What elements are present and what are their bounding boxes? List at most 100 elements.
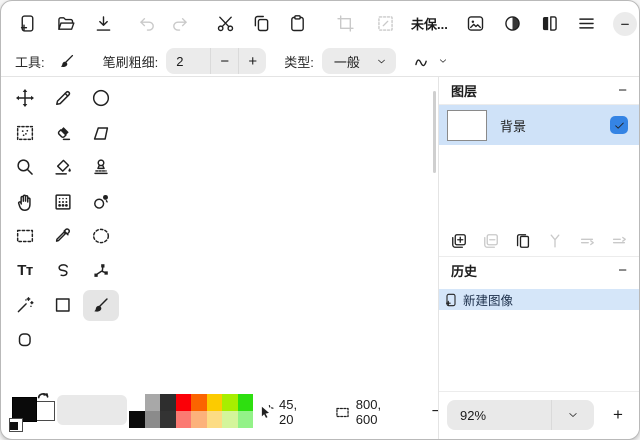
tool-move[interactable] — [7, 83, 43, 114]
stroke-style-dropdown[interactable] — [412, 51, 448, 72]
layer-visibility-checkbox[interactable] — [610, 116, 628, 134]
save-button[interactable] — [91, 12, 115, 36]
brush-size-increase-button[interactable]: + — [238, 48, 266, 74]
palette-swatch[interactable] — [207, 411, 223, 428]
lower-layer-button[interactable] — [609, 231, 629, 251]
scale-button[interactable] — [373, 12, 397, 36]
history-item[interactable]: 新建图像 — [439, 289, 639, 310]
tool-curve[interactable] — [83, 255, 119, 286]
tool-halftone[interactable] — [45, 186, 81, 217]
palette-swatch[interactable] — [191, 394, 207, 411]
flip-button[interactable] — [538, 12, 562, 36]
layer-list-space — [439, 145, 639, 226]
cut-button[interactable] — [213, 12, 237, 36]
tool-fill[interactable] — [45, 152, 81, 183]
tool-zoom[interactable] — [7, 152, 43, 183]
move-icon — [14, 87, 36, 109]
tool-ellipse[interactable] — [83, 83, 119, 114]
layers-collapse-button[interactable]: − — [618, 83, 627, 98]
paste-button[interactable] — [285, 12, 309, 36]
tool-rectangle[interactable] — [45, 290, 81, 321]
tool-wand[interactable] — [7, 290, 43, 321]
add-layer-button[interactable] — [449, 231, 469, 251]
type-dropdown[interactable]: 一般 — [322, 48, 396, 74]
palette-swatch[interactable] — [176, 394, 192, 411]
palette-swatch[interactable] — [145, 411, 161, 428]
tool-ellipse-select[interactable] — [83, 221, 119, 252]
palette-swatch[interactable] — [129, 411, 145, 428]
brush-preview-slot[interactable] — [57, 395, 127, 425]
window-title: 未保... — [411, 14, 448, 33]
tool-hand[interactable] — [7, 186, 43, 217]
duplicate-layer-button[interactable] — [513, 231, 533, 251]
text-tool-icon: Tт — [17, 262, 33, 279]
flip-icon — [539, 13, 560, 34]
tool-brush[interactable] — [83, 290, 119, 321]
cut-icon — [215, 13, 236, 34]
history-item-label: 新建图像 — [463, 290, 513, 309]
tool-shape[interactable] — [83, 117, 119, 148]
new-image-button[interactable] — [15, 12, 39, 36]
background-color-swatch[interactable] — [35, 401, 55, 421]
tool-lasso[interactable] — [45, 255, 81, 286]
merge-layer-button[interactable] — [545, 231, 565, 251]
tool-text[interactable]: Tт — [7, 255, 43, 286]
history-collapse-button[interactable]: − — [618, 263, 627, 278]
hand-icon — [14, 191, 36, 213]
image-properties-button[interactable] — [464, 12, 488, 36]
zoom-in-button[interactable]: + — [607, 405, 629, 425]
tool-rounded-rectangle[interactable] — [7, 324, 43, 355]
canvas[interactable] — [131, 77, 438, 439]
raise-layer-button[interactable] — [577, 231, 597, 251]
zoom-dropdown[interactable] — [551, 400, 594, 430]
palette-swatch[interactable] — [160, 411, 176, 428]
chevron-down-icon — [438, 56, 448, 66]
tool-pencil[interactable] — [45, 83, 81, 114]
brush-size-value[interactable]: 2 — [166, 54, 210, 69]
tool-eyedropper[interactable] — [45, 221, 81, 252]
bottom-bar: 45, 20 800, 600 − — [1, 392, 441, 436]
canvas-scrollbar[interactable] — [433, 77, 437, 439]
main-menu-button[interactable] — [575, 12, 599, 36]
tool-color-picker-dot[interactable] — [83, 186, 119, 217]
color-selector[interactable] — [9, 392, 57, 434]
brush-size-decrease-button[interactable]: − — [210, 48, 238, 74]
zoom-control[interactable]: 92% — [447, 400, 594, 430]
tool-options-bar: 工具: 笔刷粗细: 2 − + 类型: 一般 — [1, 46, 639, 77]
tool-eraser[interactable] — [45, 117, 81, 148]
palette-swatch[interactable] — [238, 394, 254, 411]
scale-icon — [375, 13, 396, 34]
palette-swatch[interactable] — [129, 394, 145, 411]
ellipse-select-icon — [90, 225, 112, 247]
scrollbar-thumb[interactable] — [433, 91, 436, 173]
palette-swatch[interactable] — [222, 394, 238, 411]
adjustments-button[interactable] — [501, 12, 525, 36]
active-tool-button[interactable] — [55, 49, 79, 73]
titlebar-left-group — [15, 12, 115, 36]
tool-stamp[interactable] — [83, 152, 119, 183]
tool-rect-select[interactable] — [7, 221, 43, 252]
layer-row[interactable]: 背景 — [439, 105, 639, 145]
crop-button[interactable] — [333, 12, 357, 36]
swap-colors-icon[interactable] — [36, 389, 51, 404]
copy-button[interactable] — [249, 12, 273, 36]
palette-swatch[interactable] — [160, 394, 176, 411]
history-panel-title: 历史 — [451, 261, 477, 280]
palette-swatch[interactable] — [238, 411, 254, 428]
history-list-space — [439, 310, 639, 391]
palette-swatch[interactable] — [145, 394, 161, 411]
palette-swatch[interactable] — [176, 411, 192, 428]
undo-button[interactable] — [135, 12, 159, 36]
rect-select-icon — [14, 225, 36, 247]
app-window: 未保... — [0, 0, 640, 440]
open-button[interactable] — [53, 12, 77, 36]
secondary-color-swatch[interactable] — [9, 418, 23, 432]
canvas-size-value: 800, 600 — [356, 397, 402, 427]
redo-button[interactable] — [167, 12, 191, 36]
palette-swatch[interactable] — [207, 394, 223, 411]
palette-swatch[interactable] — [222, 411, 238, 428]
tool-magic-select[interactable] — [7, 117, 43, 148]
remove-layer-button[interactable] — [481, 231, 501, 251]
minimize-button[interactable] — [613, 12, 637, 36]
palette-swatch[interactable] — [191, 411, 207, 428]
